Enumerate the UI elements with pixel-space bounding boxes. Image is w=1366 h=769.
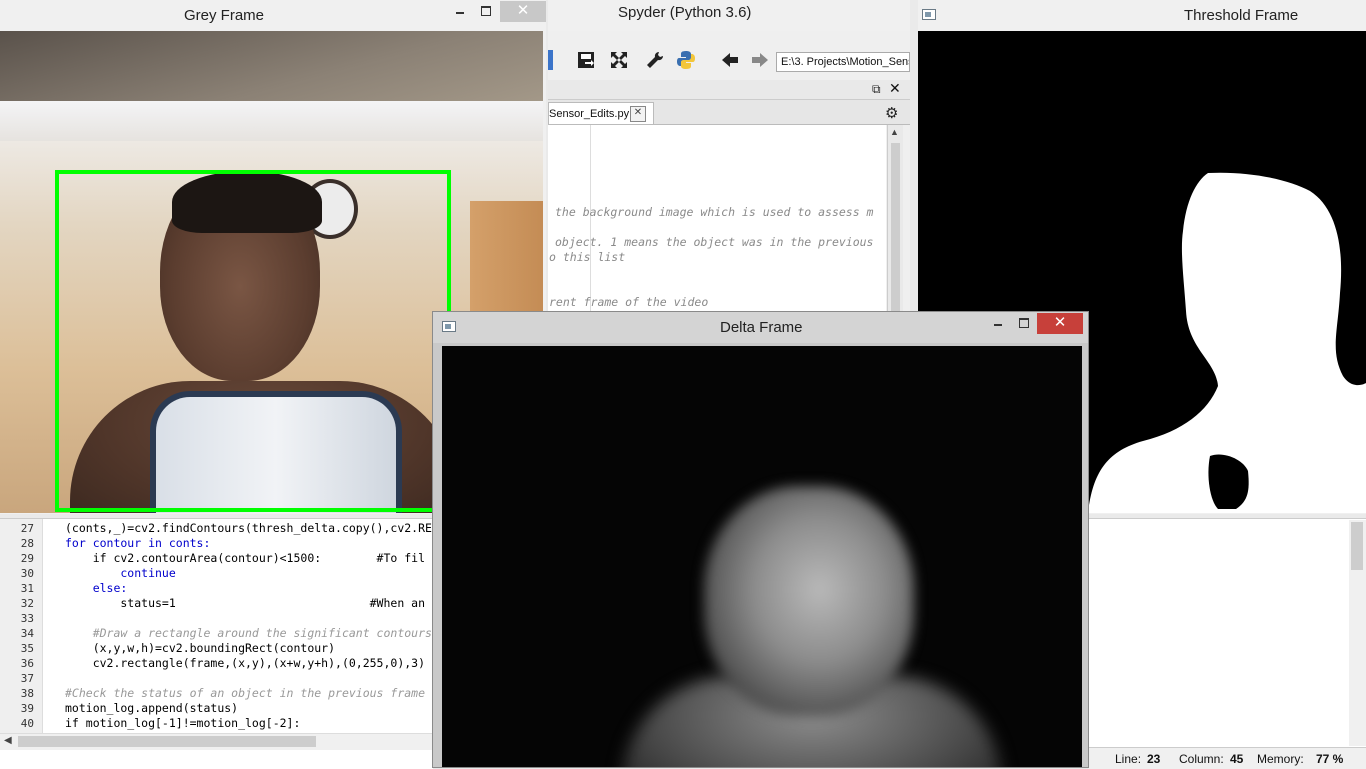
- line-number: 27: [20, 522, 34, 535]
- delta-titlebar[interactable]: Delta Frame ✕: [433, 312, 1088, 343]
- code-comment: object. 1 means the object was in the pr…: [555, 235, 874, 249]
- editor-tab-label: Sensor_Edits.py: [549, 108, 630, 120]
- line-number: 37: [20, 672, 34, 685]
- line-number: 31: [20, 582, 34, 595]
- code-comment: rent frame of the video: [549, 295, 709, 309]
- output-pane[interactable]: [1088, 518, 1366, 769]
- undock-icon[interactable]: ⧉: [872, 82, 881, 97]
- close-pane-icon[interactable]: ✕: [889, 80, 901, 97]
- status-bar: Line: 23 Column: 45 Memory: 77 %: [1088, 747, 1366, 769]
- code-line: 37: [0, 671, 433, 686]
- code-line: 32 status=1 #When an: [0, 596, 433, 611]
- minimize-icon[interactable]: [447, 1, 473, 22]
- close-icon[interactable]: ✕: [500, 1, 546, 22]
- pane-header: [548, 80, 910, 100]
- code-line: 34 #Draw a rectangle around the signific…: [0, 626, 433, 641]
- wrench-icon[interactable]: [645, 50, 665, 76]
- scroll-up-icon[interactable]: ▲: [890, 127, 899, 137]
- code-text: for contour in conts:: [65, 536, 211, 550]
- line-label: Line:: [1115, 752, 1142, 766]
- column-label: Column:: [1179, 752, 1224, 766]
- working-directory-input[interactable]: E:\3. Projects\Motion_Sens: [776, 52, 910, 72]
- back-arrow-icon[interactable]: [720, 50, 740, 76]
- code-text: status=1 #When an: [65, 596, 426, 610]
- code-line: 40 if motion_log[-1]!=motion_log[-2]:: [0, 716, 433, 731]
- column-value: 45: [1230, 752, 1244, 766]
- line-number: 36: [20, 657, 34, 670]
- python-icon[interactable]: [676, 50, 696, 76]
- spyder-title: Spyder (Python 3.6): [618, 4, 752, 21]
- code-text: (x,y,w,h)=cv2.boundingRect(contour): [65, 641, 336, 655]
- scroll-thumb[interactable]: [18, 736, 316, 747]
- editor-area[interactable]: [548, 125, 886, 313]
- scroll-thumb[interactable]: [891, 143, 900, 311]
- scroll-thumb[interactable]: [1351, 522, 1363, 570]
- horizontal-scrollbar[interactable]: ◀: [0, 733, 433, 750]
- close-icon[interactable]: ✕: [1037, 313, 1083, 334]
- grey-frame-titlebar[interactable]: Grey Frame ✕: [0, 0, 546, 31]
- spyder-titlebar[interactable]: Spyder (Python 3.6): [548, 0, 910, 31]
- code-text: continue: [65, 566, 176, 580]
- threshold-titlebar[interactable]: Threshold Frame: [918, 0, 1366, 31]
- code-line: 39 motion_log.append(status): [0, 701, 433, 716]
- code-text: motion_log.append(status): [65, 701, 239, 715]
- minimize-icon[interactable]: [985, 313, 1011, 334]
- memory-value: 77 %: [1316, 752, 1344, 766]
- code-line: 29 if cv2.contourArea(contour)<1500: #To…: [0, 551, 433, 566]
- line-value: 23: [1147, 752, 1161, 766]
- line-number: 38: [20, 687, 34, 700]
- scroll-left-icon[interactable]: ◀: [4, 735, 12, 746]
- line-number: 39: [20, 702, 34, 715]
- code-line: 30 continue: [0, 566, 433, 581]
- code-line: 38 #Check the status of an object in the …: [0, 686, 433, 701]
- code-text: if motion_log[-1]!=motion_log[-2]:: [65, 716, 301, 730]
- code-text: #Check the status of an object in the pr…: [65, 686, 426, 700]
- grey-frame-title: Grey Frame: [184, 7, 265, 24]
- maximize-icon[interactable]: [473, 1, 499, 22]
- code-text: (conts,_)=cv2.findContours(thresh_delta.…: [65, 521, 432, 535]
- gear-icon[interactable]: ⚙: [885, 104, 898, 122]
- save-as-icon[interactable]: [576, 50, 596, 76]
- line-number: 33: [20, 612, 34, 625]
- line-number: 40: [20, 717, 34, 730]
- forward-arrow-icon[interactable]: [750, 50, 770, 76]
- maximize-icon[interactable]: [1011, 313, 1037, 334]
- fullscreen-icon[interactable]: [609, 50, 629, 76]
- shelf: [0, 31, 543, 101]
- line-number: 32: [20, 597, 34, 610]
- save-as-icon[interactable]: [548, 50, 553, 70]
- memory-label: Memory:: [1257, 752, 1304, 766]
- editor-margin-line: [590, 125, 591, 313]
- threshold-title: Threshold Frame: [1184, 7, 1299, 24]
- code-text: else:: [65, 581, 128, 595]
- code-line: 27 (conts,_)=cv2.findContours(thresh_delt…: [0, 521, 433, 536]
- line-number: 30: [20, 567, 34, 580]
- editor-scrollbar[interactable]: ▲: [887, 125, 903, 313]
- line-number: 29: [20, 552, 34, 565]
- motion-detection-rectangle: [55, 170, 451, 512]
- tab-close-icon[interactable]: ✕: [630, 106, 646, 122]
- window-icon: [442, 321, 456, 332]
- code-text: if cv2.contourArea(contour)<1500: #To fi…: [65, 551, 426, 565]
- code-line: 33: [0, 611, 433, 626]
- output-scrollbar[interactable]: [1349, 520, 1366, 746]
- code-line: 28 for contour in conts:: [0, 536, 433, 551]
- code-line: 35 (x,y,w,h)=cv2.boundingRect(contour): [0, 641, 433, 656]
- code-text: cv2.rectangle(frame,(x,y),(x+w,y+h),(0,2…: [65, 656, 426, 670]
- code-editor[interactable]: 27 (conts,_)=cv2.findContours(thresh_delt…: [0, 518, 433, 769]
- delta-frame-window: Delta Frame ✕: [432, 311, 1089, 768]
- code-comment: the background image which is used to as…: [555, 205, 874, 219]
- window-icon: [922, 9, 936, 20]
- code-comment: o this list: [549, 250, 626, 264]
- line-number: 35: [20, 642, 34, 655]
- delta-head-ghost: [704, 486, 914, 716]
- code-line: 36 cv2.rectangle(frame,(x,y),(x+w,y+h),(…: [0, 656, 433, 671]
- code-text: #Draw a rectangle around the significant…: [65, 626, 432, 640]
- delta-view: [442, 346, 1082, 767]
- code-line: 31 else:: [0, 581, 433, 596]
- wall: [0, 101, 543, 141]
- line-number: 28: [20, 537, 34, 550]
- line-number: 34: [20, 627, 34, 640]
- delta-title: Delta Frame: [720, 319, 803, 336]
